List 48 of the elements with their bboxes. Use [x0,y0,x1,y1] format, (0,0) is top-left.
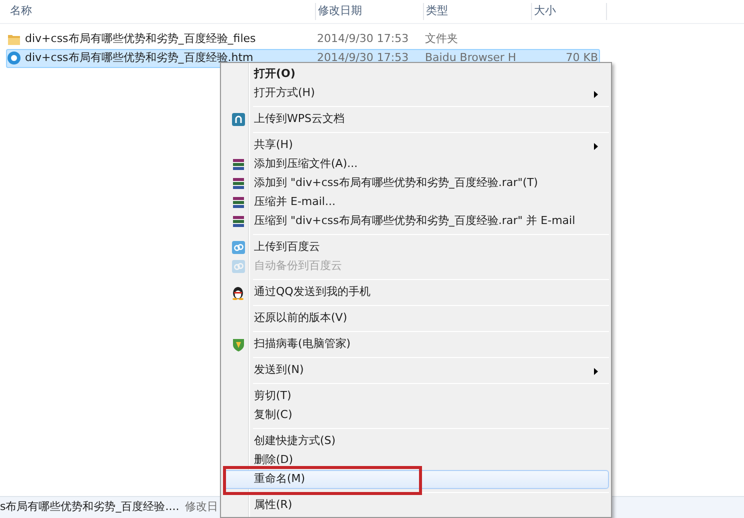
menu-item[interactable]: 创建快捷方式(S) [223,432,609,451]
folder-icon [7,32,21,46]
menu-item[interactable]: 删除(D) [223,451,609,470]
menu-item[interactable]: 打开方式(H) [223,84,609,103]
column-header[interactable]: 名称 [8,3,316,20]
file-name: div+css布局有哪些优势和劣势_百度经验.htm [25,50,254,66]
submenu-arrow-icon [594,368,598,375]
books-icon [232,196,244,209]
menu-item[interactable]: 添加到压缩文件(A)... [223,155,609,174]
shield-icon [232,338,244,352]
menu-item[interactable]: 剪切(T) [223,387,609,406]
menu-item[interactable]: 压缩到 "div+css布局有哪些优势和劣势_百度经验.rar" 并 E-mail [223,212,609,231]
menu-item[interactable]: 属性(R) [223,496,609,515]
menu-item[interactable]: 扫描病毒(电脑管家) [223,335,609,354]
file-row[interactable]: div+css布局有哪些优势和劣势_百度经验_files 2014/9/30 17:53 文件夹 [6,30,600,48]
menu-item[interactable]: 发送到(N) [223,361,609,380]
submenu-arrow-icon [594,143,598,150]
cloud-app-icon [232,113,244,126]
menu-item: 自动备份到百度云 [223,257,609,276]
cloud-icon [232,260,244,273]
books-icon [232,177,244,190]
file-size: 70 KB [566,50,598,64]
menu-item[interactable]: 重命名(M) [223,470,609,489]
menu-item[interactable]: 共享(H) [223,136,609,155]
penguin-icon [231,285,245,300]
menu-item[interactable]: 复制(C) [223,406,609,425]
status-label: 修改日 [185,499,218,516]
file-type: 文件夹 [425,30,459,47]
books-icon [232,215,244,228]
submenu-arrow-icon [594,91,598,98]
menu-item[interactable]: 通过QQ发送到我的手机 [223,283,609,302]
menu-item[interactable]: 压缩并 E-mail... [223,193,609,212]
menu-item[interactable]: 上传到百度云 [223,238,609,257]
cloud-icon [232,241,244,254]
globe-icon [7,51,21,65]
file-type: Baidu Browser H [425,50,518,66]
column-header[interactable]: 类型 [424,3,532,20]
menu-item[interactable]: 还原以前的版本(V) [223,309,609,328]
file-name: div+css布局有哪些优势和劣势_百度经验_files [25,30,256,47]
file-date: 2014/9/30 17:53 [317,30,410,47]
menu-item[interactable]: 添加到 "div+css布局有哪些优势和劣势_百度经验.rar"(T) [223,174,609,193]
column-header[interactable]: 修改日期 [316,3,424,20]
books-icon [232,158,244,171]
menu-item[interactable]: 上传到WPS云文档 [223,110,609,129]
column-header[interactable]: 大小 [532,3,607,20]
file-date: 2014/9/30 17:53 [317,50,410,66]
menu-item[interactable]: 打开(O) [223,65,609,84]
status-file-name: s布局有哪些优势和劣势_百度经验.... [0,499,180,516]
